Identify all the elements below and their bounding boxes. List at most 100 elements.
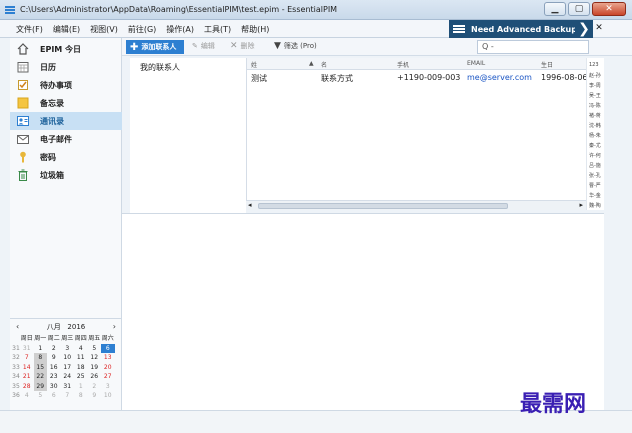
calendar-day[interactable]: 9	[47, 353, 61, 363]
minimize-button[interactable]: ▁	[544, 2, 566, 16]
alphabet-index-item[interactable]: 华-金	[589, 192, 601, 199]
calendar-day[interactable]: 2	[47, 344, 61, 354]
column-header-email[interactable]: EMAIL	[467, 60, 485, 67]
promo-close-icon[interactable]: ✕	[593, 23, 605, 35]
menu-view[interactable]: 视图(V)	[90, 24, 118, 35]
alphabet-index-item[interactable]: 赵-孙	[589, 72, 601, 79]
alphabet-index-item[interactable]: 吕-施	[589, 162, 601, 169]
menu-help[interactable]: 帮助(H)	[241, 24, 269, 35]
close-button[interactable]: ✕	[592, 2, 626, 16]
calendar-day[interactable]: 11	[74, 353, 88, 363]
calendar-day[interactable]: 5	[34, 391, 48, 401]
sidebar-item-trash[interactable]: 垃圾箱	[10, 166, 122, 184]
sidebar-item-email[interactable]: 电子邮件	[10, 130, 122, 148]
calendar-day[interactable]: 20	[101, 363, 115, 373]
calendar-day[interactable]: 31	[61, 382, 75, 392]
alphabet-index-item[interactable]: 张-孔	[589, 172, 601, 179]
calendar-day[interactable]: 23	[47, 372, 61, 382]
alphabet-index-item[interactable]: 褚-蒋	[589, 112, 601, 119]
sidebar-item-calendar[interactable]: 日历	[10, 58, 122, 76]
sidebar-item-label: EPIM 今日	[40, 44, 82, 54]
calendar-day[interactable]: 28	[20, 382, 34, 392]
calendar-day[interactable]: 13	[101, 353, 115, 363]
maximize-button[interactable]: ▢	[568, 2, 590, 16]
calendar-day[interactable]: 9	[88, 391, 102, 401]
calendar-day[interactable]: 27	[101, 372, 115, 382]
calendar-day[interactable]: 25	[74, 372, 88, 382]
calendar-weekday-row: 周日 周一 周二 周三 周四 周五 周六	[12, 334, 115, 344]
calendar-week-row: 33 14 15 16 17 18 19 20	[12, 362, 115, 373]
calendar-day[interactable]: 10	[61, 353, 75, 363]
calendar-day[interactable]: 2	[88, 382, 102, 392]
menu-edit[interactable]: 编辑(E)	[53, 24, 80, 35]
alphabet-index-item[interactable]: 许-何	[589, 152, 601, 159]
alphabet-index-item[interactable]: 魏-陶	[589, 202, 601, 209]
menu-tools[interactable]: 工具(T)	[204, 24, 231, 35]
chevron-right-icon[interactable]: ›	[113, 322, 116, 331]
delete-button[interactable]: ✕ 删除	[230, 41, 255, 51]
alphabet-index-item[interactable]: 秦-尤	[589, 142, 601, 149]
calendar-day[interactable]: 1	[74, 382, 88, 392]
trash-icon	[16, 169, 30, 181]
column-header-last-name[interactable]: 姓	[251, 60, 257, 69]
scroll-left-icon[interactable]: ◂	[248, 201, 252, 209]
backup-promo-banner[interactable]: Need Advanced Backup? ❯	[449, 20, 593, 38]
calendar-day[interactable]: 3	[61, 344, 75, 354]
search-input[interactable]: Q -	[477, 40, 589, 54]
calendar-day[interactable]: 5	[88, 344, 102, 354]
chevron-right-icon[interactable]: ❯	[575, 20, 593, 38]
calendar-day[interactable]: 8	[74, 391, 88, 401]
sidebar-item-contacts[interactable]: 通讯录	[10, 112, 122, 130]
alphabet-index-item[interactable]: 杨-朱	[589, 132, 601, 139]
alphabet-index-item[interactable]: 冯-陈	[589, 102, 601, 109]
calendar-day[interactable]: 4	[20, 391, 34, 401]
calendar-day[interactable]: 7	[61, 391, 75, 401]
menu-actions[interactable]: 操作(A)	[166, 24, 194, 35]
menu-go[interactable]: 前往(G)	[128, 24, 156, 35]
calendar-day[interactable]: 14	[20, 363, 34, 373]
column-header-birthday[interactable]: 生日	[541, 60, 553, 69]
calendar-day[interactable]: 10	[101, 391, 115, 401]
calendar-day[interactable]: 7	[20, 353, 34, 363]
menu-file[interactable]: 文件(F)	[16, 24, 43, 35]
alphabet-index-item[interactable]: 沈-韩	[589, 122, 601, 129]
scrollbar-thumb[interactable]	[258, 203, 508, 209]
calendar-day[interactable]: 4	[74, 344, 88, 354]
sidebar-item-tasks[interactable]: 待办事项	[10, 76, 122, 94]
calendar-day[interactable]: 1	[34, 344, 48, 354]
alphabet-index-item[interactable]: 吴-王	[589, 92, 601, 99]
alphabet-index-item[interactable]: 李-周	[589, 82, 601, 89]
calendar-day[interactable]: 31	[20, 344, 34, 354]
calendar-day[interactable]: 16	[47, 363, 61, 373]
alphabet-index-item[interactable]: 123	[589, 62, 599, 68]
chevron-left-icon[interactable]: ‹	[16, 322, 19, 331]
calendar-day[interactable]: 6	[47, 391, 61, 401]
calendar-day[interactable]: 21	[20, 372, 34, 382]
calendar-day[interactable]: 6	[101, 343, 115, 353]
calendar-day[interactable]: 30	[47, 382, 61, 392]
calendar-day[interactable]: 26	[88, 372, 102, 382]
cell-email[interactable]: me@server.com	[467, 73, 532, 82]
calendar-day[interactable]: 29	[33, 381, 47, 391]
filter-button[interactable]: ▼ 筛选 (Pro)	[274, 41, 317, 51]
horizontal-scrollbar[interactable]: ◂ ▸	[246, 200, 586, 210]
column-header-mobile[interactable]: 手机	[397, 60, 409, 69]
add-contact-button[interactable]: ✚ 添加联系人	[126, 40, 184, 54]
sidebar-item-passwords[interactable]: 密码	[10, 148, 122, 166]
calendar-day[interactable]: 19	[88, 363, 102, 373]
sidebar-item-notes[interactable]: 备忘录	[10, 94, 122, 112]
calendar-day[interactable]: 15	[33, 362, 47, 372]
calendar-day[interactable]: 3	[101, 382, 115, 392]
calendar-day[interactable]: 8	[33, 353, 47, 363]
sidebar-item-today[interactable]: EPIM 今日	[10, 40, 122, 58]
calendar-day[interactable]: 24	[61, 372, 75, 382]
column-header-first-name[interactable]: 名	[321, 60, 327, 69]
calendar-day[interactable]: 17	[61, 363, 75, 373]
calendar-day[interactable]: 18	[74, 363, 88, 373]
calendar-day[interactable]: 22	[33, 372, 47, 382]
edit-button[interactable]: ✎ 编辑	[192, 41, 215, 51]
group-my-contacts[interactable]: 我的联系人	[140, 62, 180, 73]
calendar-day[interactable]: 12	[88, 353, 102, 363]
scroll-right-icon[interactable]: ▸	[579, 201, 583, 209]
alphabet-index-item[interactable]: 曹-严	[589, 182, 601, 189]
